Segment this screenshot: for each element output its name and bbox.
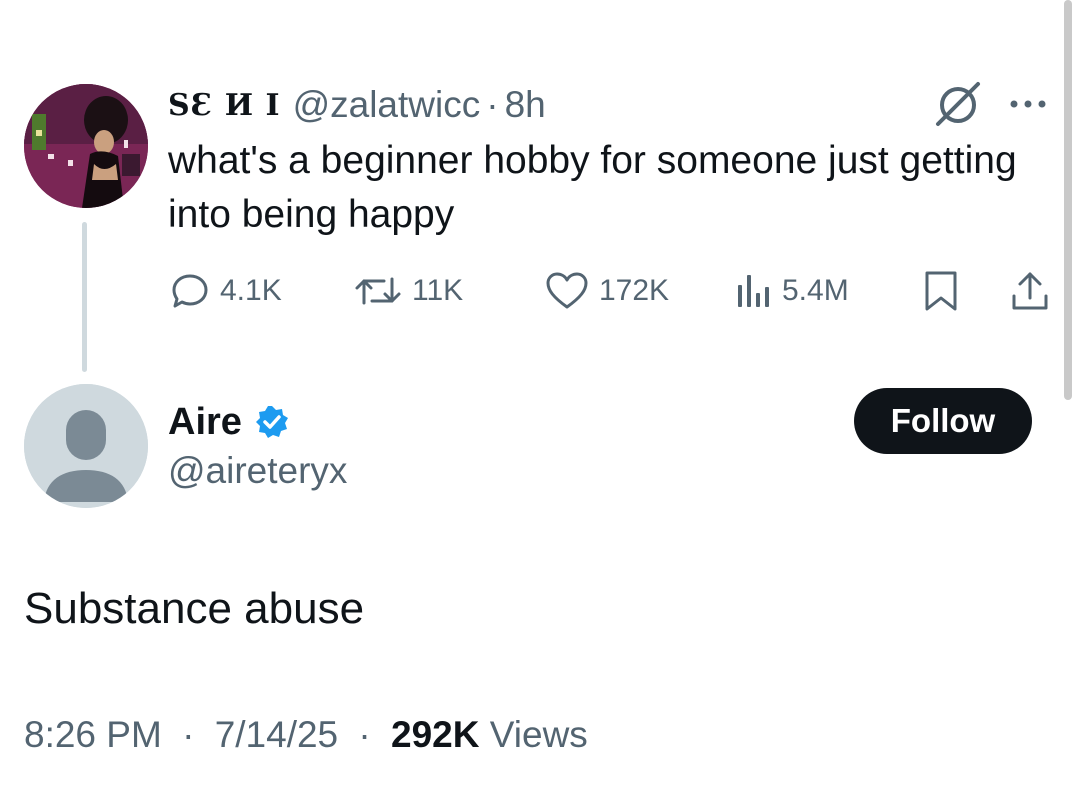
tweet-views-label: Views <box>489 714 588 755</box>
parent-handle[interactable]: @zalatwicc <box>293 84 481 126</box>
bookmark-icon <box>925 271 957 311</box>
parent-timestamp[interactable]: 8h <box>505 84 546 126</box>
share-action[interactable] <box>1010 266 1050 316</box>
default-avatar-icon <box>24 384 148 508</box>
parent-display-name[interactable]: SƐ И I <box>168 88 281 123</box>
header-separator: · <box>486 84 499 125</box>
share-icon <box>1012 272 1048 310</box>
reply-count: 4.1K <box>220 274 282 307</box>
repost-icon <box>355 277 401 305</box>
thread-line <box>82 222 87 372</box>
repost-count: 11K <box>412 274 464 307</box>
reply-avatar[interactable] <box>24 384 148 508</box>
like-count: 172K <box>599 274 670 307</box>
tweet-date[interactable]: 7/14/25 <box>215 714 338 755</box>
more-icon[interactable] <box>1008 90 1048 118</box>
parent-avatar[interactable] <box>24 84 148 208</box>
reply-tweet-text: Substance abuse <box>24 584 365 633</box>
avatar-artwork <box>24 84 148 208</box>
tweet-views-count[interactable]: 292K <box>391 714 479 755</box>
tweet-time[interactable]: 8:26 PM <box>24 714 162 755</box>
reply-display-name[interactable]: Aire <box>168 401 242 444</box>
grok-icon[interactable] <box>932 80 984 128</box>
bookmark-action[interactable] <box>922 266 960 316</box>
meta-separator: · <box>358 714 371 755</box>
reply-action[interactable]: 4.1K <box>170 266 282 316</box>
reply-name-row: Aire <box>168 396 290 448</box>
repost-action[interactable]: 11K <box>354 266 463 316</box>
reply-icon <box>172 274 208 308</box>
views-action[interactable]: 5.4M <box>736 266 849 316</box>
heart-icon <box>546 272 588 309</box>
reply-handle[interactable]: @aireteryx <box>168 450 347 492</box>
views-count: 5.4M <box>782 274 849 307</box>
like-action[interactable]: 172K <box>545 266 669 316</box>
tweet-meta: 8:26 PM · 7/14/25 · 292K Views <box>24 714 588 756</box>
parent-tweet-text: what's a beginner hobby for someone just… <box>168 139 1017 236</box>
parent-tweet-header: SƐ И I @zalatwicc · 8h <box>168 80 546 130</box>
follow-button[interactable]: Follow <box>854 388 1032 454</box>
scrollbar[interactable] <box>1064 0 1072 400</box>
analytics-icon <box>738 275 769 307</box>
meta-separator: · <box>182 714 195 755</box>
verified-badge-icon[interactable] <box>254 404 290 440</box>
